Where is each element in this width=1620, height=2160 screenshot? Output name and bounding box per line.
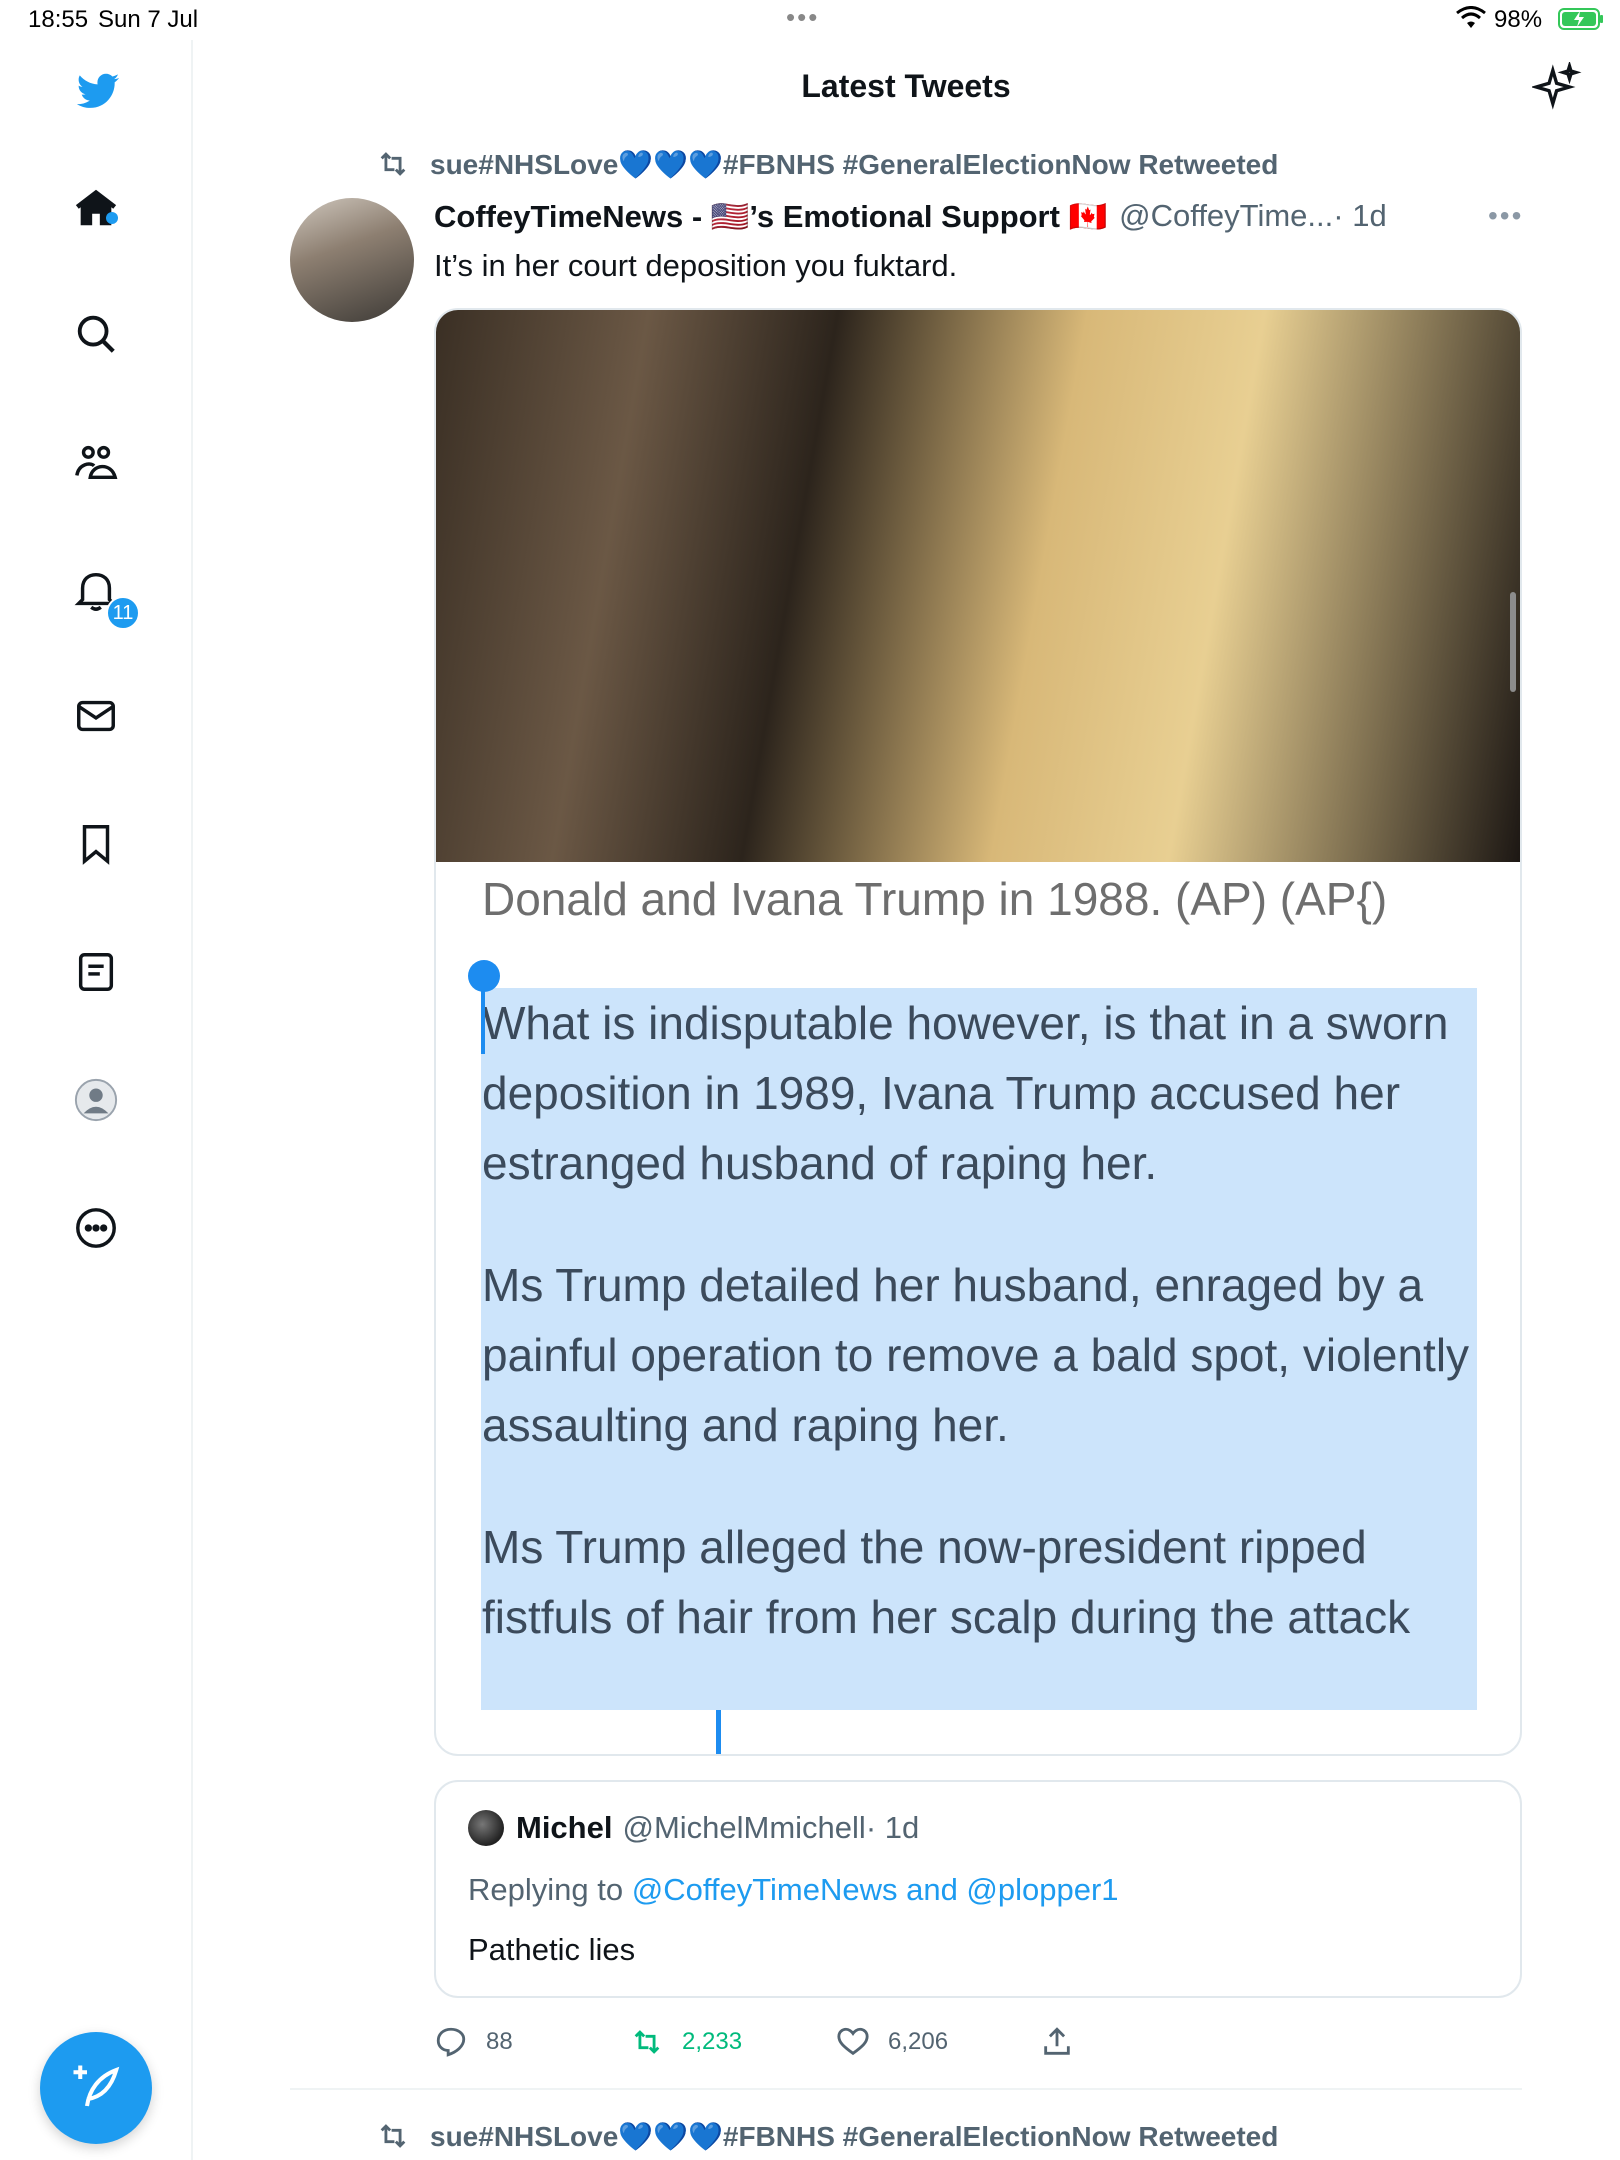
status-date: Sun 7 Jul (98, 6, 199, 33)
compose-tweet-button[interactable] (40, 2032, 152, 2144)
article-paragraph: What is indisputable however, is that in… (482, 997, 1449, 1189)
more-icon[interactable] (70, 1202, 122, 1254)
status-time: 18:55 (28, 6, 89, 33)
quoted-author-name: Michel (516, 1810, 613, 1845)
selection-caret (716, 1710, 721, 1754)
retweeted-by-label: sue#NHSLove💙💙💙#FBNHS #GeneralElectionNow… (430, 148, 1279, 180)
author-handle[interactable]: @CoffeyTime... (1119, 198, 1333, 234)
quoted-tweet-text: Pathetic lies (468, 1932, 636, 1967)
retweeted-by-row[interactable]: sue#NHSLove💙💙💙#FBNHS #GeneralElectionNow… (376, 144, 1278, 184)
bookmarks-icon[interactable] (70, 818, 122, 870)
wifi-icon (1456, 6, 1486, 28)
article-paragraph: Ms Trump alleged the now-president rippe… (482, 1521, 1411, 1643)
avatar[interactable] (290, 198, 414, 322)
avatar (468, 1810, 504, 1846)
battery-charging-icon (1558, 8, 1603, 30)
heart-icon (837, 2027, 869, 2056)
twitter-logo-icon[interactable] (72, 66, 124, 118)
article-paragraph: Ms Trump detailed her husband, enraged b… (482, 1259, 1470, 1451)
share-button[interactable] (1040, 2020, 1092, 2064)
replying-to: Replying to @CoffeyTimeNews and @plopper… (468, 1872, 1119, 1908)
notifications-badge: 11 (106, 596, 140, 630)
retweet-button[interactable]: 2,233 (630, 2020, 742, 2064)
reply-button[interactable]: 88 (434, 2020, 513, 2064)
quoted-tweet[interactable]: Michel @MichelMmichell · 1d Replying to … (434, 1780, 1522, 1998)
status-bar: 18:55 Sun 7 Jul ••• 98% (0, 0, 1620, 40)
tweet-text: It’s in her court deposition you fuktard… (434, 248, 958, 283)
news-photo (436, 310, 1520, 862)
author-name[interactable]: CoffeyTimeNews - 🇺🇸’s Emotional Support … (434, 198, 1107, 235)
profile-icon[interactable] (70, 1074, 122, 1126)
reply-icon (436, 2027, 466, 2057)
page-title: Latest Tweets (801, 68, 1011, 104)
image-caption: Donald and Ivana Trump in 1988. (AP) (AP… (482, 873, 1388, 925)
like-button[interactable]: 6,206 (836, 2020, 948, 2064)
tweet-header: CoffeyTimeNews - 🇺🇸’s Emotional Support … (434, 194, 1387, 238)
replying-to-handles[interactable]: @CoffeyTimeNews and @plopper1 (632, 1872, 1119, 1907)
retweet-icon (634, 2030, 660, 2054)
share-icon (1044, 2027, 1070, 2055)
selection-caret (481, 980, 485, 1054)
retweeted-by-label: sue#NHSLove💙💙💙#FBNHS #GeneralElectionNow… (430, 2120, 1279, 2152)
article-text: What is indisputable however, is that in… (482, 988, 1472, 1704)
unread-dot (106, 212, 118, 224)
like-count: 6,206 (888, 2028, 949, 2055)
quoted-tweet-time: · 1d (865, 1810, 920, 1845)
tweet-image[interactable]: Donald and Ivana Trump in 1988. (AP) (AP… (434, 308, 1522, 1756)
tweet-time[interactable]: · 1d (1333, 198, 1386, 234)
multitasking-dots-icon[interactable]: ••• (786, 2, 819, 33)
reply-count: 88 (486, 2028, 513, 2055)
scroll-indicator (1510, 592, 1516, 692)
quoted-tweet-header: Michel @MichelMmichell · 1d (468, 1810, 919, 1846)
sparkle-icon[interactable] (1532, 62, 1582, 112)
retweet-count: 2,233 (682, 2028, 743, 2055)
retweet-icon (380, 152, 406, 176)
search-icon[interactable] (70, 308, 122, 360)
quoted-author-handle: @MichelMmichell (622, 1810, 866, 1845)
retweeted-by-row[interactable]: sue#NHSLove💙💙💙#FBNHS #GeneralElectionNow… (376, 2116, 1278, 2156)
messages-icon[interactable] (70, 690, 122, 742)
sidebar: 11 (0, 40, 193, 2160)
replying-to-prefix: Replying to (468, 1872, 632, 1907)
home-icon[interactable] (70, 182, 122, 234)
communities-icon[interactable] (70, 436, 122, 488)
lists-icon[interactable] (70, 946, 122, 998)
tweet-divider (290, 2088, 1522, 2090)
tweet-actions: 88 2,233 6,206 (434, 2020, 1522, 2064)
more-options-icon[interactable]: ••• (1488, 200, 1523, 232)
retweet-icon (380, 2124, 406, 2148)
battery-percent: 98% (1494, 6, 1543, 33)
